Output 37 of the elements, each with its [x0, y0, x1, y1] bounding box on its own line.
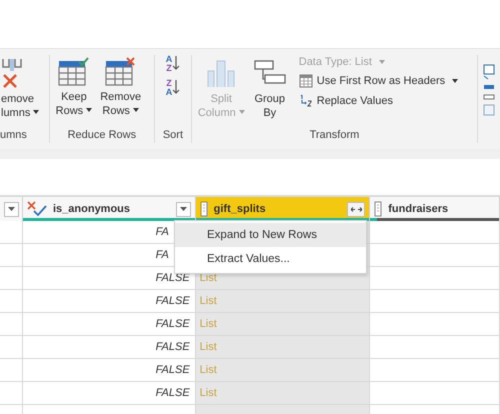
- expand-arrows-icon: [350, 206, 362, 212]
- boolean-value: FALSE: [156, 341, 191, 353]
- menu-item[interactable]: Extract Values...: [175, 247, 366, 271]
- sort-descending-button[interactable]: Z A: [166, 79, 180, 97]
- table-check-icon: [58, 57, 90, 87]
- list-type-icon: [374, 201, 382, 217]
- caret-icon: [8, 207, 14, 211]
- list-type-icon: [200, 201, 208, 217]
- column-header[interactable]: is_anonymous: [23, 197, 196, 221]
- table-x-icon: [104, 57, 137, 87]
- table-icon: [298, 74, 313, 88]
- boolean-value: FALSE: [156, 387, 191, 399]
- group-label: Sort: [162, 129, 184, 143]
- remove-rows-button[interactable]: Remove Rows: [98, 55, 144, 120]
- boolean-value: FALSE: [156, 318, 191, 330]
- boolean-value: FA: [156, 249, 170, 261]
- use-first-row-as-headers-button[interactable]: Use First Row as Headers: [296, 73, 460, 89]
- column-header[interactable]: gift_splits: [196, 197, 370, 221]
- group-label: umns: [0, 129, 28, 143]
- replace-arrow-icon: [298, 94, 313, 108]
- logical-type-icon: [27, 201, 47, 217]
- replace-values-button[interactable]: Replace Values: [296, 93, 460, 109]
- caret-icon: [180, 207, 187, 211]
- boolean-value: FALSE: [156, 295, 191, 307]
- boolean-value: FA: [156, 226, 170, 238]
- column-filter-dropdown[interactable]: [4, 202, 18, 216]
- boolean-value: FALSE: [156, 364, 191, 376]
- group-label: Reduce Rows: [66, 129, 138, 143]
- column-header[interactable]: fundraisers: [370, 197, 500, 221]
- remove-columns-button[interactable]: emove lumns: [0, 55, 42, 122]
- menu-item[interactable]: Expand to New Rows: [175, 223, 366, 247]
- group-label: Transform: [308, 129, 360, 143]
- keep-rows-button[interactable]: Keep Rows: [54, 55, 94, 120]
- expand-column-button[interactable]: [347, 202, 366, 216]
- group-by-button[interactable]: Group By: [250, 55, 289, 122]
- sort-ascending-button[interactable]: A Z: [166, 55, 180, 73]
- column-filter-dropdown[interactable]: [176, 202, 191, 216]
